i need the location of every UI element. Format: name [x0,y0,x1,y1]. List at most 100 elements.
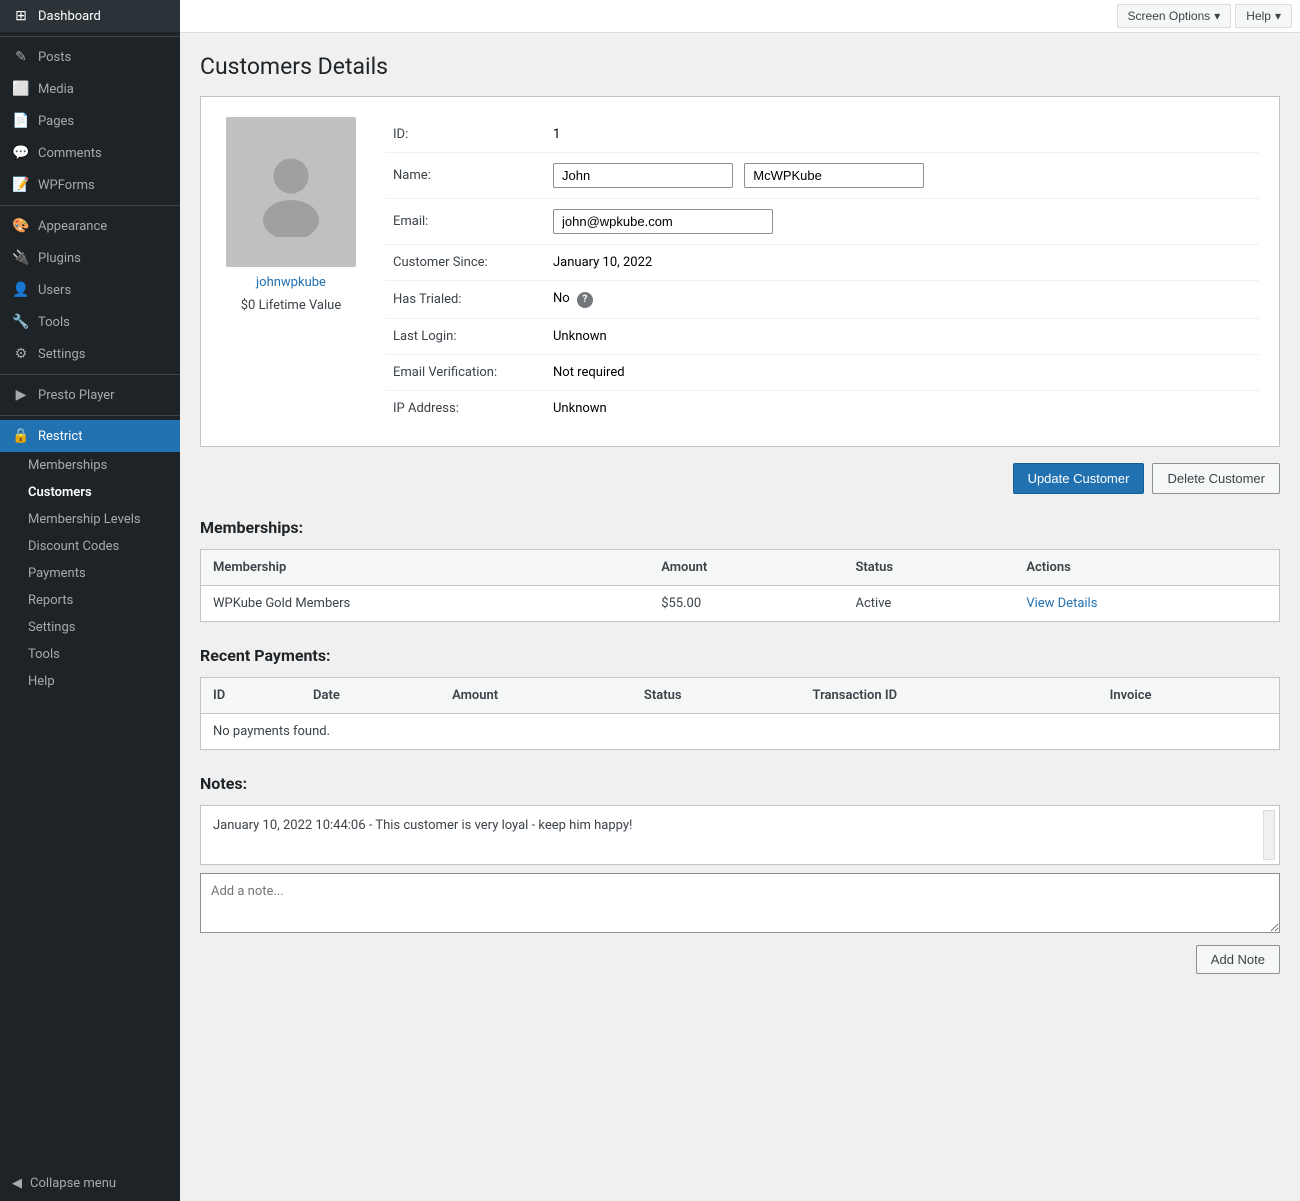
sidebar-sub-help[interactable]: Help [0,668,180,695]
info-value-email [545,199,1259,245]
dashboard-icon: ⊞ [12,8,30,24]
info-row-email-verification: Email Verification: Not required [385,354,1259,390]
col-status: Status [844,549,1015,585]
info-label-trialed: Has Trialed: [385,281,545,319]
sidebar-item-settings[interactable]: ⚙ Settings [0,338,180,370]
info-label-email-verification: Email Verification: [385,354,545,390]
sidebar-sub-tools[interactable]: Tools [0,641,180,668]
memberships-table: Membership Amount Status Actions WPKube … [200,549,1280,622]
view-details-link[interactable]: View Details [1026,596,1097,611]
collapse-icon: ◀ [12,1176,22,1191]
col-date: Date [301,677,440,713]
membership-action: View Details [1014,585,1279,621]
membership-row: WPKube Gold Members $55.00 Active View D… [201,585,1280,621]
col-invoice: Invoice [1098,677,1280,713]
email-input[interactable] [553,209,773,234]
payments-title: Recent Payments: [200,646,1280,665]
sidebar-sub-settings[interactable]: Settings [0,614,180,641]
page-content: Customers Details johnwpkube $0 Lifetime… [180,33,1300,1201]
sidebar-sub-payments[interactable]: Payments [0,560,180,587]
col-pay-amount: Amount [440,677,632,713]
info-label-id: ID: [385,117,545,153]
col-actions: Actions [1014,549,1279,585]
help-button[interactable]: Help ▾ [1235,4,1292,28]
info-row-name: Name: [385,153,1259,199]
info-row-last-login: Last Login: Unknown [385,318,1259,354]
chevron-down-icon-help: ▾ [1275,9,1281,23]
avatar-section: johnwpkube $0 Lifetime Value [221,117,361,426]
sidebar-item-appearance[interactable]: 🎨 Appearance [0,210,180,242]
sidebar-sub-customers[interactable]: Customers [0,479,180,506]
info-label-email: Email: [385,199,545,245]
tools-icon: 🔧 [12,314,30,330]
info-value-last-login: Unknown [545,318,1259,354]
screen-options-button[interactable]: Screen Options ▾ [1117,4,1232,28]
notes-existing-text: January 10, 2022 10:44:06 - This custome… [213,818,632,833]
comments-icon: 💬 [12,145,30,161]
plugins-icon: 🔌 [12,250,30,266]
presto-icon: ▶ [12,387,30,403]
sidebar-sub-discount-codes[interactable]: Discount Codes [0,533,180,560]
sidebar-sub-membership-levels[interactable]: Membership Levels [0,506,180,533]
add-note-button[interactable]: Add Note [1196,945,1280,974]
no-payments-row: No payments found. [201,713,1280,749]
sidebar-item-tools[interactable]: 🔧 Tools [0,306,180,338]
sidebar-item-pages[interactable]: 📄 Pages [0,105,180,137]
users-icon: 👤 [12,282,30,298]
topbar: Screen Options ▾ Help ▾ [180,0,1300,33]
sidebar-item-restrict[interactable]: 🔒 Restrict [0,420,180,452]
sidebar-item-presto-player[interactable]: ▶ Presto Player [0,379,180,411]
payments-table: ID Date Amount Status Transaction ID Inv… [200,677,1280,750]
media-icon: ⬜ [12,81,30,97]
collapse-menu-button[interactable]: ◀ Collapse menu [0,1166,180,1201]
avatar-username[interactable]: johnwpkube [256,275,326,290]
notes-section: Notes: January 10, 2022 10:44:06 - This … [200,774,1280,974]
main-content: Screen Options ▾ Help ▾ Customers Detail… [180,0,1300,1201]
info-row-trialed: Has Trialed: No ? [385,281,1259,319]
info-label-since: Customer Since: [385,245,545,281]
sidebar-sub-reports[interactable]: Reports [0,587,180,614]
wpforms-icon: 📝 [12,177,30,193]
col-amount: Amount [649,549,843,585]
col-pay-status: Status [632,677,801,713]
customer-info-table: ID: 1 Name: Email: [385,117,1259,426]
info-row-email: Email: [385,199,1259,245]
info-row-id: ID: 1 [385,117,1259,153]
sidebar-item-users[interactable]: 👤 Users [0,274,180,306]
notes-scrollbar[interactable] [1263,810,1275,860]
update-customer-button[interactable]: Update Customer [1013,463,1145,494]
notes-textarea[interactable] [200,873,1280,933]
info-value-name [545,153,1259,199]
sidebar-item-wpforms[interactable]: 📝 WPForms [0,169,180,201]
restrict-icon: 🔒 [12,428,30,444]
sidebar-item-posts[interactable]: ✎ Posts [0,41,180,73]
lifetime-value: $0 Lifetime Value [241,298,341,313]
chevron-down-icon: ▾ [1214,9,1220,23]
info-value-trialed: No ? [545,281,1259,319]
action-buttons: Update Customer Delete Customer [200,463,1280,494]
sidebar-item-comments[interactable]: 💬 Comments [0,137,180,169]
delete-customer-button[interactable]: Delete Customer [1152,463,1280,494]
membership-amount: $55.00 [649,585,843,621]
help-trialed-icon[interactable]: ? [577,292,593,308]
memberships-section: Memberships: Membership Amount Status Ac… [200,518,1280,622]
customer-card: johnwpkube $0 Lifetime Value ID: 1 Name: [200,96,1280,447]
posts-icon: ✎ [12,49,30,65]
avatar [226,117,356,267]
notes-display: January 10, 2022 10:44:06 - This custome… [200,805,1280,865]
info-label-last-login: Last Login: [385,318,545,354]
pages-icon: 📄 [12,113,30,129]
info-value-since: January 10, 2022 [545,245,1259,281]
first-name-input[interactable] [553,163,733,188]
last-name-input[interactable] [744,163,924,188]
no-payments-text: No payments found. [201,713,1280,749]
membership-status: Active [844,585,1015,621]
sidebar: ⊞ Dashboard ✎ Posts ⬜ Media 📄 Pages 💬 Co… [0,0,180,1201]
memberships-title: Memberships: [200,518,1280,537]
info-label-name: Name: [385,153,545,199]
sidebar-item-media[interactable]: ⬜ Media [0,73,180,105]
sidebar-sub-memberships[interactable]: Memberships [0,452,180,479]
info-row-since: Customer Since: January 10, 2022 [385,245,1259,281]
sidebar-item-plugins[interactable]: 🔌 Plugins [0,242,180,274]
sidebar-item-dashboard[interactable]: ⊞ Dashboard [0,0,180,32]
